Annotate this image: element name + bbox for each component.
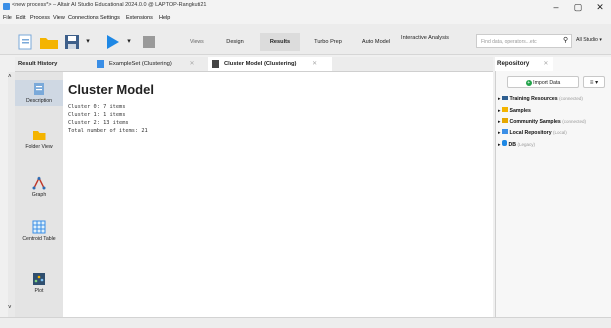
repo-item-samples[interactable]: ▸ Samples — [498, 107, 531, 114]
search-input[interactable]: Find data, operators...etc — [476, 34, 572, 48]
close-tab-icon[interactable]: ✕ — [543, 60, 548, 67]
tab-exampleset[interactable]: ExampleSet (Clustering) ✕ — [95, 57, 203, 71]
repository-tab[interactable]: Repository ✕ — [497, 57, 549, 71]
description-icon — [32, 82, 46, 96]
repository-menu-button[interactable]: ≡ ▾ — [583, 76, 605, 88]
views-label: Views — [190, 39, 204, 45]
title-bar: <new process*> – Altair AI Studio Educat… — [0, 0, 611, 14]
run-dropdown-icon[interactable]: ▾ — [124, 34, 134, 50]
run-icon[interactable] — [104, 34, 120, 50]
folder-icon — [32, 128, 46, 142]
search-icon[interactable]: ⚲ — [563, 36, 568, 44]
menu-connections[interactable]: Connections — [68, 15, 99, 21]
plot-icon — [32, 272, 46, 286]
menu-edit[interactable]: Edit — [16, 15, 25, 21]
scroll-down-icon[interactable]: ˅ — [8, 305, 12, 311]
window-title: <new process*> – Altair AI Studio Educat… — [12, 2, 207, 8]
open-folder-icon[interactable] — [39, 34, 59, 50]
cluster-line: Cluster 1: 1 items — [68, 112, 126, 118]
menu-file[interactable]: File — [3, 15, 12, 21]
menu-view[interactable]: View — [53, 15, 65, 21]
save-dropdown-icon[interactable]: ▾ — [83, 34, 93, 50]
result-content — [63, 72, 493, 317]
sidebar-item-folder-view[interactable]: Folder View — [15, 128, 63, 151]
plus-icon: + — [525, 79, 532, 86]
training-icon — [502, 96, 509, 100]
sidebar-item-label: Folder View — [25, 144, 53, 150]
close-tab-icon[interactable]: ✕ — [189, 61, 194, 67]
sidebar-item-label: Description — [26, 98, 52, 104]
tab-cluster-model-label: Cluster Model (Clustering) — [224, 61, 297, 67]
sidebar-item-centroid-table[interactable]: Centroid Table — [15, 220, 63, 243]
page-title: Cluster Model — [68, 82, 154, 97]
db-icon — [502, 140, 508, 146]
studio-selector[interactable]: All Studio ▾ — [576, 37, 602, 43]
repo-item-local-repository[interactable]: ▸ Local Repository (Local) — [498, 129, 567, 136]
status-bar — [0, 317, 611, 328]
new-process-icon[interactable] — [16, 34, 34, 50]
repository-title: Repository — [497, 60, 530, 67]
maximize-button[interactable]: ▢ — [567, 0, 589, 14]
view-auto-model[interactable]: Auto Model — [356, 33, 396, 51]
sidebar-item-label: Plot — [34, 288, 44, 294]
tab-cluster-model[interactable]: Cluster Model (Clustering) ✕ — [208, 57, 332, 71]
import-data-label: Import Data — [533, 80, 561, 86]
menu-process[interactable]: Process — [30, 15, 50, 21]
table-icon — [32, 220, 46, 234]
save-icon[interactable] — [64, 34, 80, 50]
view-design[interactable]: Design — [215, 33, 255, 51]
menu-settings[interactable]: Settings — [100, 15, 120, 21]
close-button[interactable]: ✕ — [589, 0, 611, 14]
app-icon — [3, 3, 10, 10]
studio-label: All Studio — [576, 37, 598, 43]
sidebar-item-plot[interactable]: Plot — [15, 272, 63, 294]
local-repo-icon — [502, 129, 509, 134]
sidebar-item-graph[interactable]: Graph — [15, 176, 63, 198]
scroll-up-icon[interactable]: ˄ — [8, 74, 12, 80]
menu-bar: File Edit Process View Connections Setti… — [0, 14, 611, 24]
tab-exampleset-label: ExampleSet (Clustering) — [109, 61, 172, 67]
minimize-button[interactable]: – — [545, 0, 567, 14]
cluster-line: Cluster 0: 7 items — [68, 104, 126, 110]
close-tab-icon[interactable]: ✕ — [312, 61, 317, 67]
cluster-line: Cluster 2: 13 items — [68, 120, 129, 126]
graph-icon — [32, 176, 46, 190]
community-icon — [502, 118, 509, 123]
exampleset-icon — [97, 60, 104, 68]
folder-icon — [502, 107, 509, 112]
menu-help[interactable]: Help — [159, 15, 170, 21]
cluster-model-icon — [212, 60, 219, 68]
import-data-button[interactable]: + Import Data — [507, 76, 579, 88]
repo-item-db[interactable]: ▸ DB (Legacy) — [498, 140, 535, 148]
repo-item-training-resources[interactable]: ▸ Training Resources (connected) — [498, 96, 583, 102]
view-interactive-analysis[interactable]: Interactive Analysis — [400, 33, 450, 51]
view-results[interactable]: Results — [260, 33, 300, 51]
sidebar-item-label: Graph — [31, 192, 47, 198]
repo-item-community-samples[interactable]: ▸ Community Samples (connected) — [498, 118, 586, 125]
view-turbo-prep[interactable]: Turbo Prep — [305, 33, 351, 51]
tab-result-history[interactable]: Result History — [18, 57, 57, 71]
sidebar-item-description[interactable]: Description — [15, 80, 63, 106]
stop-icon[interactable] — [142, 34, 156, 50]
menu-extensions[interactable]: Extensions — [126, 15, 153, 21]
sidebar-item-label: Centroid Table — [22, 236, 56, 242]
total-items-line: Total number of items: 21 — [68, 128, 148, 134]
